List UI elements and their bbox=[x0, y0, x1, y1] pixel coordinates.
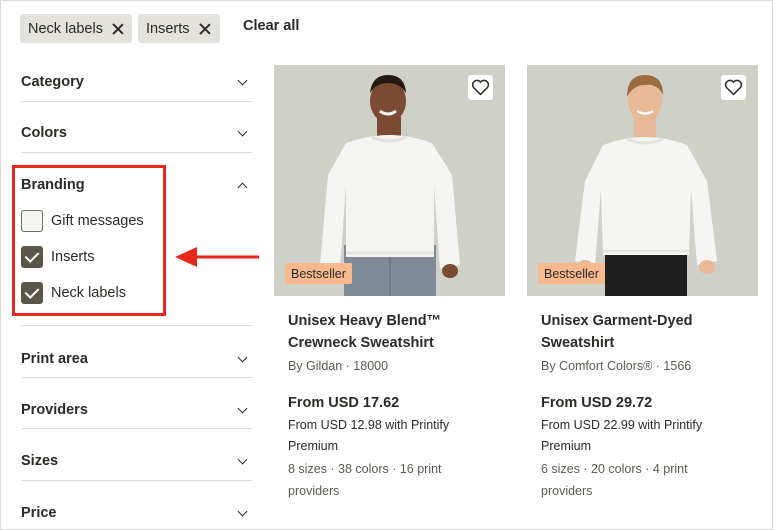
product-price: From USD 29.72 bbox=[541, 395, 653, 411]
product-brand: By Gildan · 18000 bbox=[288, 359, 389, 373]
filter-section-category: Category bbox=[21, 63, 252, 101]
highlight-box bbox=[12, 165, 166, 316]
filter-section-providers: Providers bbox=[21, 391, 252, 429]
section-title: Colors bbox=[21, 125, 67, 141]
page-frame: Neck labels Inserts Clear all Category C… bbox=[0, 0, 773, 530]
chevron-down-icon bbox=[238, 77, 248, 87]
premium-price: From USD 22.99 with Printify Premium bbox=[541, 418, 703, 453]
chevron-down-icon bbox=[238, 128, 248, 138]
chevron-down-icon bbox=[238, 456, 248, 466]
price-toggle[interactable]: Price bbox=[21, 494, 252, 530]
product-meta: 6 sizes · 20 colors · 4 print providers bbox=[541, 462, 688, 498]
divider bbox=[21, 377, 252, 378]
filter-chip-inserts[interactable]: Inserts bbox=[138, 14, 220, 43]
product-price: From USD 17.62 bbox=[288, 395, 400, 411]
chip-label: Inserts bbox=[146, 20, 190, 37]
filter-section-sizes: Sizes bbox=[21, 442, 252, 480]
heart-icon bbox=[471, 79, 490, 96]
heart-icon bbox=[724, 79, 743, 96]
arrow-left-icon bbox=[175, 247, 259, 267]
section-title: Price bbox=[21, 505, 57, 521]
section-title: Providers bbox=[21, 402, 88, 418]
chevron-down-icon bbox=[238, 405, 248, 415]
product-title[interactable]: Unisex Garment-Dyed Sweatshirt bbox=[541, 310, 746, 354]
filter-section-print-area: Print area bbox=[21, 340, 252, 378]
filter-chip-neck-labels[interactable]: Neck labels bbox=[20, 14, 132, 43]
divider bbox=[21, 428, 252, 429]
divider bbox=[21, 480, 252, 481]
bestseller-badge: Bestseller bbox=[285, 263, 352, 284]
favorite-button[interactable] bbox=[468, 75, 493, 100]
providers-toggle[interactable]: Providers bbox=[21, 391, 252, 429]
sizes-toggle[interactable]: Sizes bbox=[21, 442, 252, 480]
print-area-toggle[interactable]: Print area bbox=[21, 340, 252, 378]
product-title[interactable]: Unisex Heavy Blend™ Crewneck Sweatshirt bbox=[288, 310, 493, 354]
favorite-button[interactable] bbox=[721, 75, 746, 100]
chevron-down-icon bbox=[238, 508, 248, 518]
colors-toggle[interactable]: Colors bbox=[21, 114, 252, 152]
section-title: Sizes bbox=[21, 453, 59, 469]
divider bbox=[21, 101, 252, 102]
bestseller-badge: Bestseller bbox=[538, 263, 605, 284]
section-title: Category bbox=[21, 74, 84, 90]
chip-label: Neck labels bbox=[28, 20, 103, 37]
section-title: Print area bbox=[21, 351, 88, 367]
chevron-up-icon bbox=[238, 180, 248, 190]
product-image[interactable]: Bestseller bbox=[274, 65, 505, 296]
divider bbox=[21, 152, 252, 153]
filter-section-price: Price bbox=[21, 494, 252, 530]
product-image[interactable]: Bestseller bbox=[527, 65, 758, 296]
close-icon[interactable] bbox=[199, 23, 211, 35]
divider bbox=[21, 325, 252, 326]
chevron-down-icon bbox=[238, 354, 248, 364]
product-meta: 8 sizes · 38 colors · 16 print providers bbox=[288, 462, 442, 498]
close-icon[interactable] bbox=[112, 23, 124, 35]
category-toggle[interactable]: Category bbox=[21, 63, 252, 101]
product-brand: By Comfort Colors® · 1566 bbox=[541, 359, 692, 373]
clear-all-link[interactable]: Clear all bbox=[243, 18, 299, 34]
premium-price: From USD 12.98 with Printify Premium bbox=[288, 418, 450, 453]
filter-section-colors: Colors bbox=[21, 114, 252, 152]
